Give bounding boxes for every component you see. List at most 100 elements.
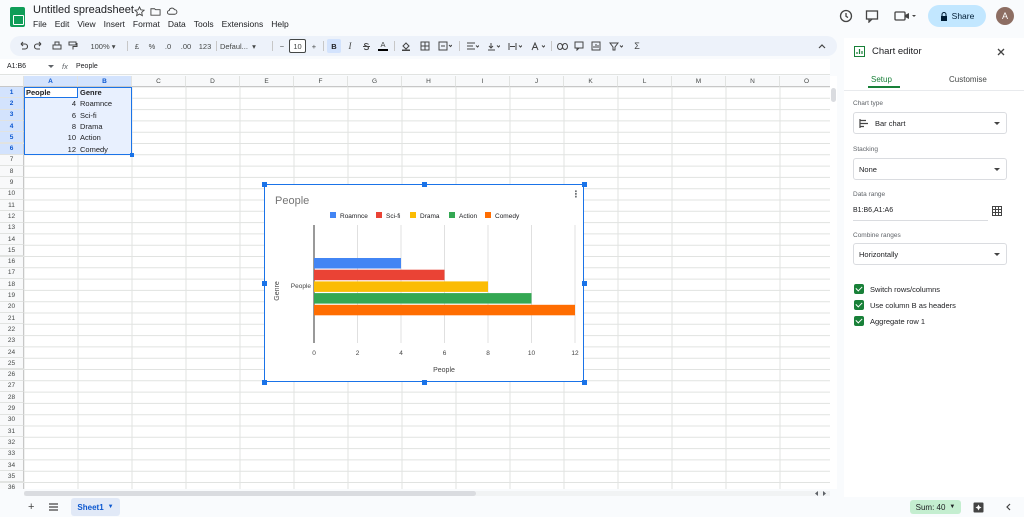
row-header[interactable]: 13 <box>0 222 24 234</box>
text-wrapping-icon[interactable] <box>505 39 525 53</box>
embedded-chart[interactable]: People ⋮ Roamnce Sci-fi Drama Action Comedy 0 2 4… <box>264 184 584 382</box>
tab-setup[interactable]: Setup <box>871 75 892 84</box>
row-header[interactable]: 4 <box>0 120 24 133</box>
chart-resize-handle[interactable] <box>422 380 427 385</box>
text-color-button[interactable]: A <box>376 39 390 53</box>
bar[interactable] <box>314 281 488 292</box>
collapse-toolbar-icon[interactable] <box>816 39 828 53</box>
row-header[interactable]: 15 <box>0 245 24 257</box>
row-header[interactable]: 16 <box>0 256 24 268</box>
chevron-down-icon[interactable] <box>48 65 54 69</box>
cell[interactable]: Roamnce <box>78 98 132 109</box>
chart-resize-handle[interactable] <box>582 281 587 286</box>
bar[interactable] <box>314 304 575 316</box>
chart-resize-handle[interactable] <box>262 182 267 187</box>
horizontal-scrollbar[interactable] <box>24 491 830 496</box>
formula-input[interactable]: People <box>76 63 98 70</box>
switch-rows-columns-checkbox[interactable] <box>854 284 864 294</box>
stacking-select[interactable]: None <box>853 158 1007 180</box>
row-header[interactable]: 28 <box>0 392 24 404</box>
cell[interactable]: 8 <box>24 121 78 132</box>
menu-data[interactable]: Data <box>168 19 186 29</box>
comments-icon[interactable] <box>865 9 879 23</box>
avatar[interactable]: A <box>996 7 1014 25</box>
menu-edit[interactable]: Edit <box>55 19 70 29</box>
aggregate-row-checkbox[interactable] <box>854 316 864 326</box>
cell[interactable]: Comedy <box>78 144 132 155</box>
decrease-decimal-button[interactable]: .0 <box>161 39 175 53</box>
menu-insert[interactable]: Insert <box>104 19 125 29</box>
chart-resize-handle[interactable] <box>262 380 267 385</box>
font-size-input[interactable]: 10 <box>289 39 306 53</box>
number-format-button[interactable]: 123 <box>197 39 213 53</box>
collapse-side-panel-icon[interactable] <box>1005 503 1011 511</box>
row-header[interactable]: 5 <box>0 132 24 144</box>
menu-help[interactable]: Help <box>271 19 288 29</box>
horizontal-align-icon[interactable] <box>463 39 481 53</box>
column-header-h[interactable]: H <box>402 76 456 87</box>
row-header[interactable]: 18 <box>0 279 24 291</box>
currency-button[interactable]: £ <box>131 39 143 53</box>
row-header[interactable]: 27 <box>0 380 24 393</box>
row-header[interactable]: 32 <box>0 437 24 449</box>
row-header[interactable]: 19 <box>0 290 24 302</box>
cell[interactable]: 10 <box>24 132 78 143</box>
chart-resize-handle[interactable] <box>422 182 427 187</box>
column-header-a[interactable]: A <box>24 76 78 87</box>
insert-chart-icon[interactable] <box>589 39 603 53</box>
increase-decimal-button[interactable]: .00 <box>177 39 195 53</box>
font-select[interactable]: Defaul... ▾ <box>220 39 268 53</box>
row-header[interactable]: 20 <box>0 301 24 313</box>
bold-button[interactable]: B <box>327 39 341 53</box>
cell[interactable]: Genre <box>78 87 132 98</box>
cell[interactable]: Action <box>78 132 132 143</box>
cloud-status-icon[interactable] <box>166 6 178 17</box>
column-header-g[interactable]: G <box>348 76 402 87</box>
decrease-font-size-icon[interactable]: − <box>276 39 288 53</box>
column-header-n[interactable]: N <box>726 76 780 87</box>
row-header[interactable]: 34 <box>0 459 24 472</box>
combine-ranges-select[interactable]: Horizontally <box>853 243 1007 265</box>
row-header[interactable]: 23 <box>0 335 24 347</box>
row-header[interactable]: 35 <box>0 471 24 483</box>
column-header-i[interactable]: I <box>456 76 510 87</box>
column-header-o[interactable]: O <box>780 76 830 87</box>
bar[interactable] <box>314 269 445 281</box>
row-header[interactable]: 29 <box>0 403 24 415</box>
scroll-left-icon[interactable] <box>814 491 819 496</box>
fill-color-icon[interactable] <box>399 39 413 53</box>
percent-button[interactable]: % <box>146 39 158 53</box>
share-button[interactable]: Share <box>928 5 986 27</box>
filter-icon[interactable] <box>606 39 626 53</box>
row-header[interactable]: 8 <box>0 166 24 178</box>
row-header[interactable]: 3 <box>0 109 24 121</box>
column-header-f[interactable]: F <box>294 76 348 87</box>
column-header-l[interactable]: L <box>618 76 672 87</box>
row-header[interactable]: 30 <box>0 414 24 426</box>
history-icon[interactable] <box>839 9 853 23</box>
column-header-j[interactable]: J <box>510 76 564 87</box>
select-range-grid-icon[interactable] <box>992 206 1002 216</box>
menu-tools[interactable]: Tools <box>194 19 214 29</box>
row-header[interactable]: 9 <box>0 177 24 189</box>
row-header[interactable]: 14 <box>0 233 24 246</box>
strikethrough-icon[interactable] <box>360 39 372 53</box>
sheets-logo-icon[interactable] <box>10 7 25 27</box>
chart-menu-icon[interactable]: ⋮ <box>572 189 581 199</box>
row-header[interactable]: 21 <box>0 313 24 325</box>
chart-resize-handle[interactable] <box>582 380 587 385</box>
column-header-d[interactable]: D <box>186 76 240 87</box>
row-header[interactable]: 24 <box>0 346 24 359</box>
column-header-c[interactable]: C <box>132 76 186 87</box>
sum-indicator[interactable]: Sum: 40 ▼ <box>910 500 961 514</box>
chart-resize-handle[interactable] <box>582 182 587 187</box>
text-rotation-icon[interactable] <box>528 39 548 53</box>
bar[interactable] <box>314 258 401 269</box>
row-header[interactable]: 31 <box>0 426 24 438</box>
menu-file[interactable]: File <box>33 19 47 29</box>
all-sheets-menu-icon[interactable] <box>49 503 58 511</box>
select-all-corner[interactable] <box>0 76 24 87</box>
horizontal-scroll-thumb[interactable] <box>24 491 476 496</box>
row-header[interactable]: 25 <box>0 358 24 370</box>
cell[interactable]: Sci-fi <box>78 110 132 121</box>
